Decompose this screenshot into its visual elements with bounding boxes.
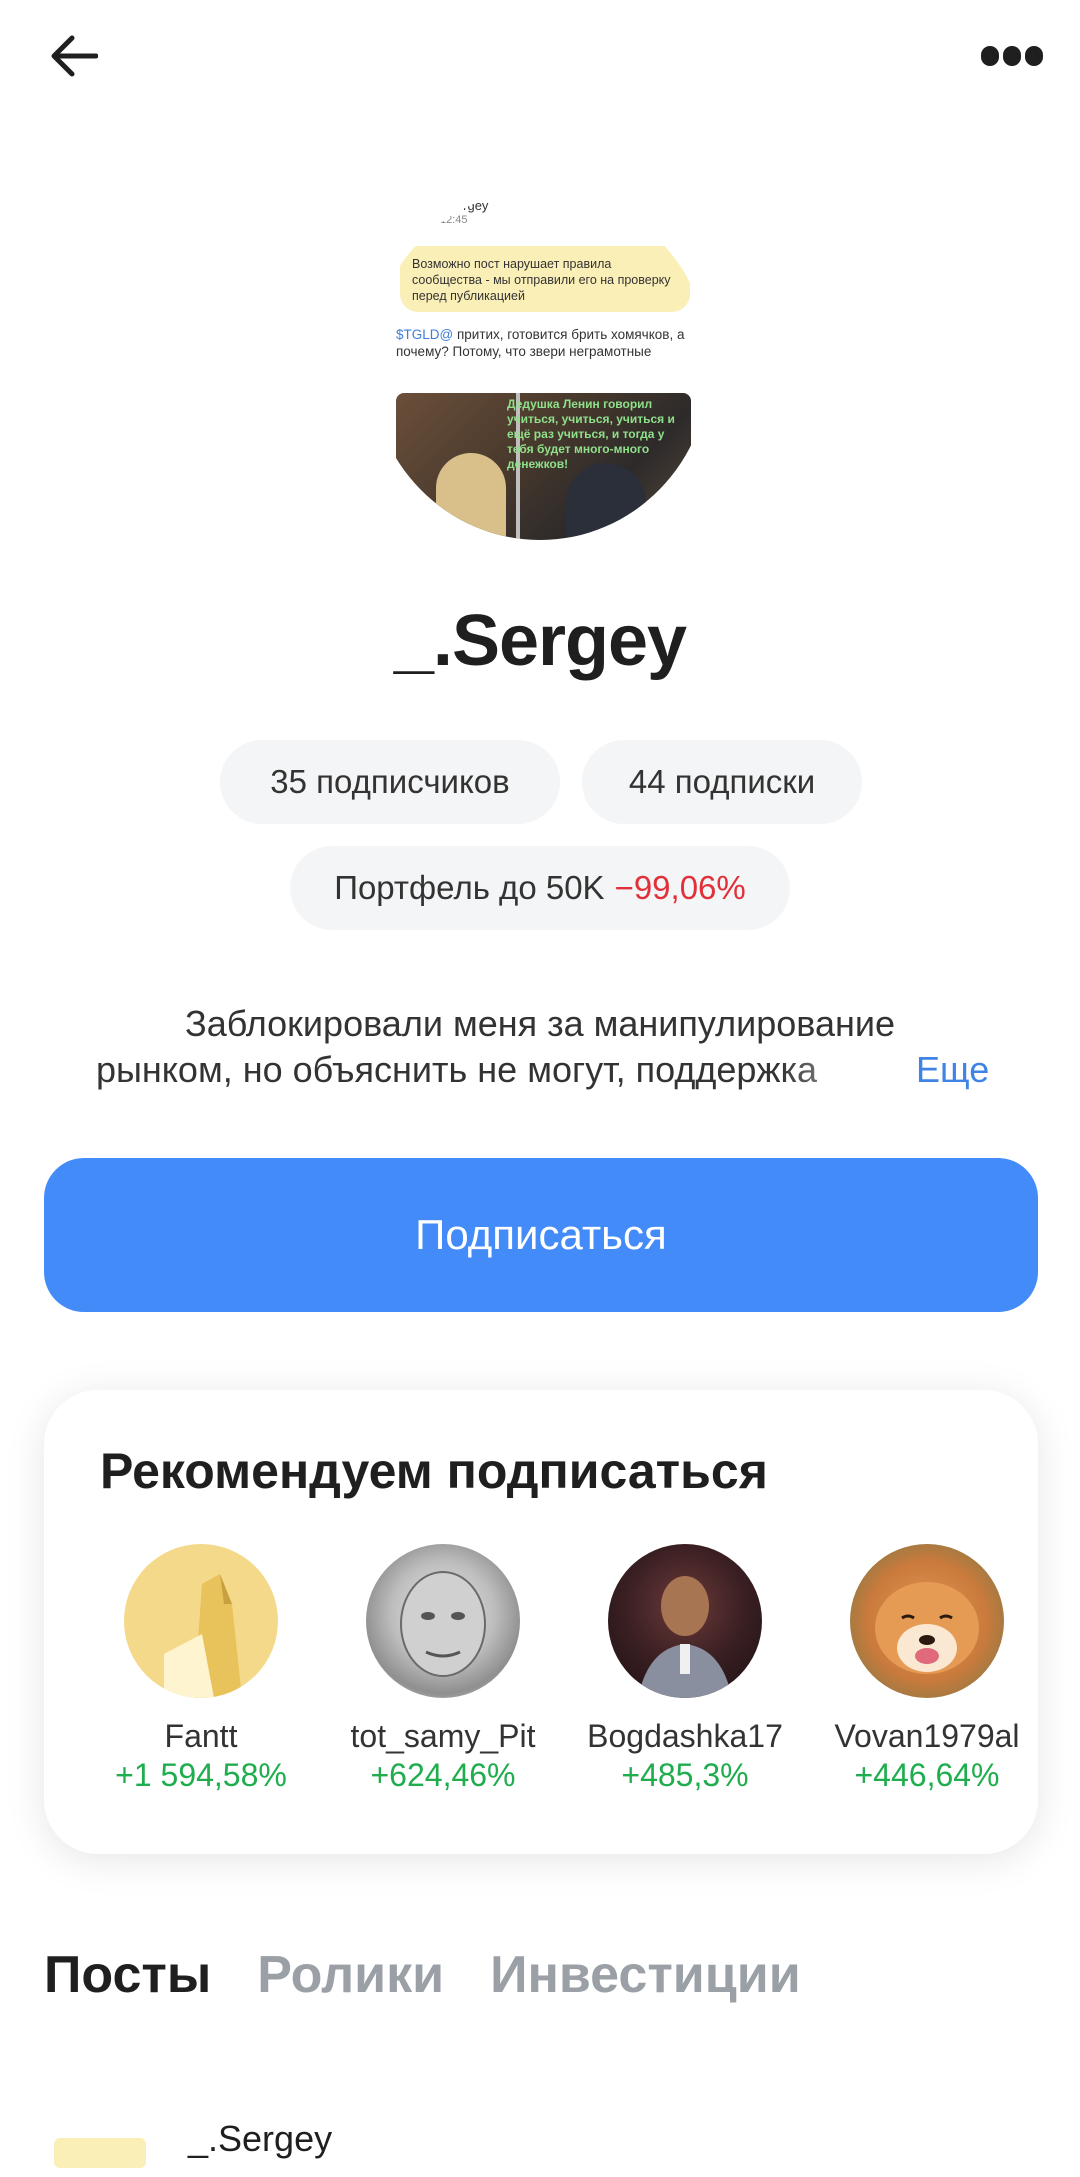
profile-username: _.Sergey xyxy=(393,601,687,681)
profile-avatar[interactable]: _Sergey 12:45 Возможно пост нарушает пра… xyxy=(370,190,710,540)
post-author-name[interactable]: _.Sergey xyxy=(188,2118,332,2160)
avatar xyxy=(124,1544,278,1698)
bio-more-link[interactable]: Еще xyxy=(916,1046,989,1094)
recommended-user-change: +624,46% xyxy=(370,1757,516,1793)
profile-tabs: Посты Ролики Инвестиции xyxy=(44,1945,801,2015)
tab-posts[interactable]: Посты xyxy=(44,1945,211,2015)
shiba-dog-icon xyxy=(875,1582,979,1674)
recommendations-card: Рекомендуем подписаться Fantt +1 594,58%… xyxy=(44,1390,1038,1854)
portfolio-pill[interactable]: Портфель до 50K −99,06% xyxy=(290,846,790,930)
tab-reels[interactable]: Ролики xyxy=(257,1945,444,2015)
avatar xyxy=(366,1544,520,1698)
recommended-user-change: +485,3% xyxy=(621,1757,749,1793)
arrow-left-icon xyxy=(51,35,98,77)
dog-icon xyxy=(164,1574,242,1698)
avatar-photo-caption: Дедушка Ленин говорил учиться, учиться, … xyxy=(507,397,675,471)
avatar-post-text: $TGLD@ притих, готовится брить хомячков,… xyxy=(396,326,696,360)
avatar-post-author: _Sergey xyxy=(440,198,489,213)
tab-investments[interactable]: Инвестиции xyxy=(490,1945,801,2015)
portfolio-label: Портфель до 50K xyxy=(334,869,605,906)
avatar-post-time: 12:45 xyxy=(440,214,468,226)
recommended-user[interactable]: Fantt +1 594,58% xyxy=(86,1544,316,1794)
post-author-avatar[interactable] xyxy=(52,2120,152,2177)
avatar-post-notice: Возможно пост нарушает правила сообществ… xyxy=(400,246,690,312)
avatar-post-photo: Дедушка Ленин говорил учиться, учиться, … xyxy=(396,393,691,540)
recommendations-title: Рекомендуем подписаться xyxy=(100,1443,768,1499)
recommended-user[interactable]: Vovan1979al +446,64% xyxy=(812,1544,1038,1794)
face-sketch-icon xyxy=(400,1571,486,1677)
bio-line-1: Заблокировали меня за манипулирование xyxy=(184,1003,895,1044)
recommended-user-change: +446,64% xyxy=(854,1757,1000,1793)
following-pill[interactable]: 44 подписки xyxy=(582,740,862,824)
recommended-user-change: +1 594,58% xyxy=(115,1757,287,1793)
top-bar xyxy=(0,0,1080,110)
back-button[interactable] xyxy=(44,26,104,86)
recommended-user-name: Fantt xyxy=(164,1718,238,1754)
subscribe-button[interactable]: Подписаться xyxy=(44,1158,1038,1312)
more-options-button[interactable] xyxy=(972,26,1052,86)
recommended-user-name: Vovan1979al xyxy=(834,1718,1020,1754)
avatar xyxy=(608,1544,762,1698)
recommended-user[interactable]: Bogdashka17 +485,3% xyxy=(570,1544,800,1794)
avatar xyxy=(850,1544,1004,1698)
followers-pill[interactable]: 35 подписчиков xyxy=(220,740,560,824)
recommended-user-name: Bogdashka17 xyxy=(587,1718,783,1754)
portfolio-change: −99,06% xyxy=(614,869,746,906)
more-dots-icon xyxy=(981,46,999,66)
recommended-user-name: tot_samy_Pit xyxy=(350,1718,536,1754)
avatar-post-ticker: $TGLD@ xyxy=(396,327,454,342)
recommended-user[interactable]: tot_samy_Pit +624,46% xyxy=(328,1544,558,1794)
man-portrait-icon xyxy=(638,1576,732,1698)
